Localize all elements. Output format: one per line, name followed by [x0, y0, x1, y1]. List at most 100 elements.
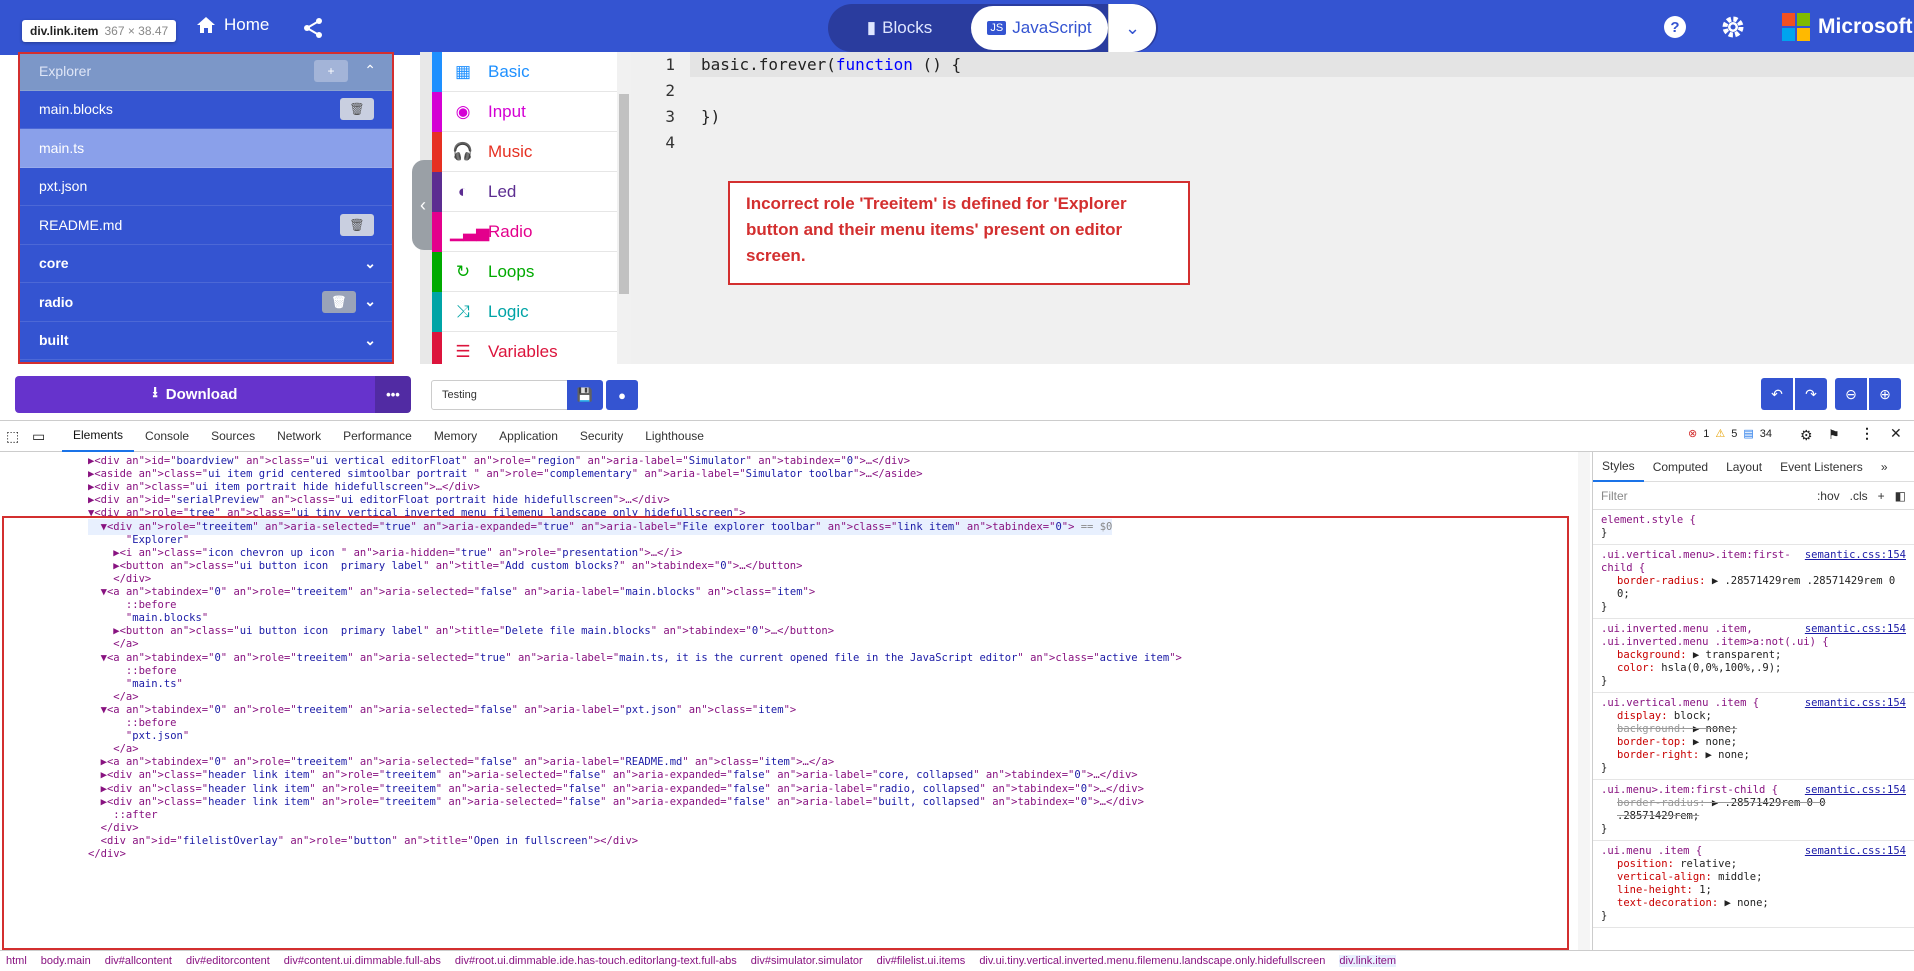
home-button[interactable]: Home	[196, 15, 269, 35]
save-button[interactable]: 💾	[567, 380, 603, 410]
file-item-readme[interactable]: README.md 🗑	[18, 206, 394, 245]
tab-console[interactable]: Console	[134, 420, 200, 452]
trash-icon[interactable]: 🗑	[340, 98, 374, 121]
add-icon[interactable]: +	[314, 59, 348, 82]
file-item-pxt-json[interactable]: pxt.json	[18, 168, 394, 206]
toolbox-scroll-thumb[interactable]	[619, 94, 629, 294]
rule-source-link[interactable]: semantic.css:154	[1805, 845, 1906, 858]
gear-icon[interactable]	[1721, 15, 1745, 42]
code-line[interactable]: 1 basic.forever(function () {	[631, 52, 1914, 77]
more-options-icon[interactable]: ⋮	[1860, 425, 1874, 442]
tab-computed[interactable]: Computed	[1644, 460, 1717, 474]
tab-network[interactable]: Network	[266, 420, 332, 452]
download-button[interactable]: ⭳ Download	[15, 376, 375, 413]
css-property[interactable]: position: relative;	[1601, 858, 1906, 871]
microsoft-logo[interactable]: Microsoft	[1782, 13, 1913, 41]
project-name-input[interactable]: Testing	[431, 380, 568, 410]
breadcrumb-item[interactable]: div#allcontent	[105, 955, 172, 967]
css-property[interactable]: border-top: ▶ none;	[1601, 736, 1906, 749]
css-property[interactable]: background: ▶ transparent;	[1601, 649, 1906, 662]
breadcrumb-item[interactable]: div#content.ui.dimmable.full-abs	[284, 955, 441, 967]
style-rule[interactable]: semantic.css:154 .ui.inverted.menu .item,…	[1593, 619, 1914, 693]
inspect-element-icon[interactable]: ⬚	[6, 428, 24, 445]
css-property[interactable]: border-radius: ▶ .28571429rem 0 0 .28571…	[1601, 797, 1906, 823]
github-button[interactable]: ●	[606, 380, 638, 410]
category-logic[interactable]: ⤨ Logic	[432, 291, 617, 332]
category-led[interactable]: ◐ Led	[432, 171, 617, 212]
device-toggle-icon[interactable]: ▭	[32, 428, 50, 445]
css-property[interactable]: background: ▶ none;	[1601, 723, 1906, 736]
tab-sources[interactable]: Sources	[200, 420, 266, 452]
css-property[interactable]: color: hsla(0,0%,100%,.9);	[1601, 662, 1906, 675]
category-basic[interactable]: ▦ Basic	[432, 51, 617, 92]
category-music[interactable]: 🎧 Music	[432, 131, 617, 172]
rule-source-link[interactable]: semantic.css:154	[1805, 623, 1906, 636]
cls-toggle[interactable]: .cls	[1850, 489, 1868, 503]
zoom-out-button[interactable]: ⊖	[1835, 378, 1867, 410]
collapse-simulator-button[interactable]: ‹	[412, 160, 434, 250]
css-property[interactable]: text-decoration: ▶ none;	[1601, 897, 1906, 910]
feedback-icon[interactable]: ⚑	[1828, 427, 1840, 443]
redo-button[interactable]: ↷	[1795, 378, 1827, 410]
dom-scrollbar[interactable]	[1578, 452, 1590, 950]
language-dropdown-button[interactable]: ⌄	[1108, 4, 1156, 52]
style-rule[interactable]: semantic.css:154 .ui.vertical.menu>.item:…	[1593, 545, 1914, 619]
css-property[interactable]: vertical-align: middle;	[1601, 871, 1906, 884]
console-counters[interactable]: ⊗ 1 ⚠ 5 ▤ 34	[1688, 427, 1772, 441]
tab-application[interactable]: Application	[488, 420, 569, 452]
style-rule[interactable]: semantic.css:154 .ui.menu>.item:first-chi…	[1593, 780, 1914, 841]
css-property[interactable]: border-radius: ▶ .28571429rem .28571429r…	[1601, 575, 1906, 601]
share-icon[interactable]	[302, 17, 324, 42]
breadcrumb-item[interactable]: div#filelist.ui.items	[877, 955, 966, 967]
breadcrumb-item[interactable]: div#root.ui.dimmable.ide.has-touch.edito…	[455, 955, 737, 967]
breadcrumb-item[interactable]: div#simulator.simulator	[751, 955, 863, 967]
tab-elements[interactable]: Elements	[62, 420, 135, 452]
style-rule[interactable]: element.style {}	[1593, 510, 1914, 545]
add-rule-icon[interactable]: +	[1878, 489, 1885, 503]
code-line[interactable]: 4	[631, 130, 1914, 155]
file-item-main-blocks[interactable]: main.blocks 🗑	[18, 91, 394, 129]
gear-icon[interactable]: ⚙	[1800, 427, 1813, 444]
undo-button[interactable]: ↶	[1761, 378, 1793, 410]
download-more-button[interactable]: •••	[375, 376, 411, 413]
rule-source-link[interactable]: semantic.css:154	[1805, 697, 1906, 710]
tab-performance[interactable]: Performance	[332, 420, 423, 452]
tab-memory[interactable]: Memory	[423, 420, 488, 452]
breadcrumb-item[interactable]: div.link.item	[1339, 955, 1397, 967]
css-property[interactable]: border-right: ▶ none;	[1601, 749, 1906, 762]
style-rule[interactable]: semantic.css:154 .ui.menu .item {position…	[1593, 841, 1914, 928]
trash-icon[interactable]: 🗑	[340, 213, 374, 236]
blocks-tab[interactable]: ▮ Blocks	[828, 4, 971, 52]
more-tabs-icon[interactable]: »	[1872, 460, 1897, 474]
tab-layout[interactable]: Layout	[1717, 460, 1771, 474]
zoom-in-button[interactable]: ⊕	[1869, 378, 1901, 410]
breadcrumb-item[interactable]: div.ui.tiny.vertical.inverted.menu.filem…	[979, 955, 1325, 967]
trash-icon[interactable]: 🗑	[322, 290, 356, 313]
breadcrumb-item[interactable]: div#editorcontent	[186, 955, 270, 967]
chevron-up-icon[interactable]: ⌃	[364, 62, 376, 79]
tab-styles[interactable]: Styles	[1593, 452, 1644, 482]
breadcrumb-item[interactable]: body.main	[41, 955, 91, 967]
breadcrumb-item[interactable]: html	[6, 955, 27, 967]
category-loops[interactable]: ↻ Loops	[432, 251, 617, 292]
code-line[interactable]: 3})	[631, 104, 1914, 129]
close-icon[interactable]: ✕	[1890, 425, 1902, 442]
computed-sidebar-icon[interactable]: ◧	[1895, 489, 1906, 503]
javascript-tab[interactable]: JS JavaScript	[971, 6, 1108, 50]
tab-event-listeners[interactable]: Event Listeners	[1771, 460, 1872, 474]
category-input[interactable]: ◉ Input	[432, 91, 617, 132]
code-line[interactable]: 2	[631, 78, 1914, 103]
explorer-toggle[interactable]: Explorer + ⌃	[18, 52, 394, 91]
tab-lighthouse[interactable]: Lighthouse	[634, 420, 715, 452]
hov-toggle[interactable]: :hov	[1817, 489, 1840, 503]
folder-built[interactable]: built ⌄	[18, 322, 394, 360]
category-radio[interactable]: ▁▃▅ Radio	[432, 211, 617, 252]
folder-core[interactable]: core ⌄	[18, 245, 394, 283]
styles-filter-input[interactable]: Filter	[1601, 489, 1628, 503]
rule-source-link[interactable]: semantic.css:154	[1805, 549, 1906, 562]
folder-radio[interactable]: radio 🗑 ⌄	[18, 283, 394, 322]
rule-source-link[interactable]: semantic.css:154	[1805, 784, 1906, 797]
file-item-main-ts[interactable]: main.ts	[18, 129, 394, 168]
help-icon[interactable]: ?	[1663, 15, 1687, 42]
css-property[interactable]: display: block;	[1601, 710, 1906, 723]
